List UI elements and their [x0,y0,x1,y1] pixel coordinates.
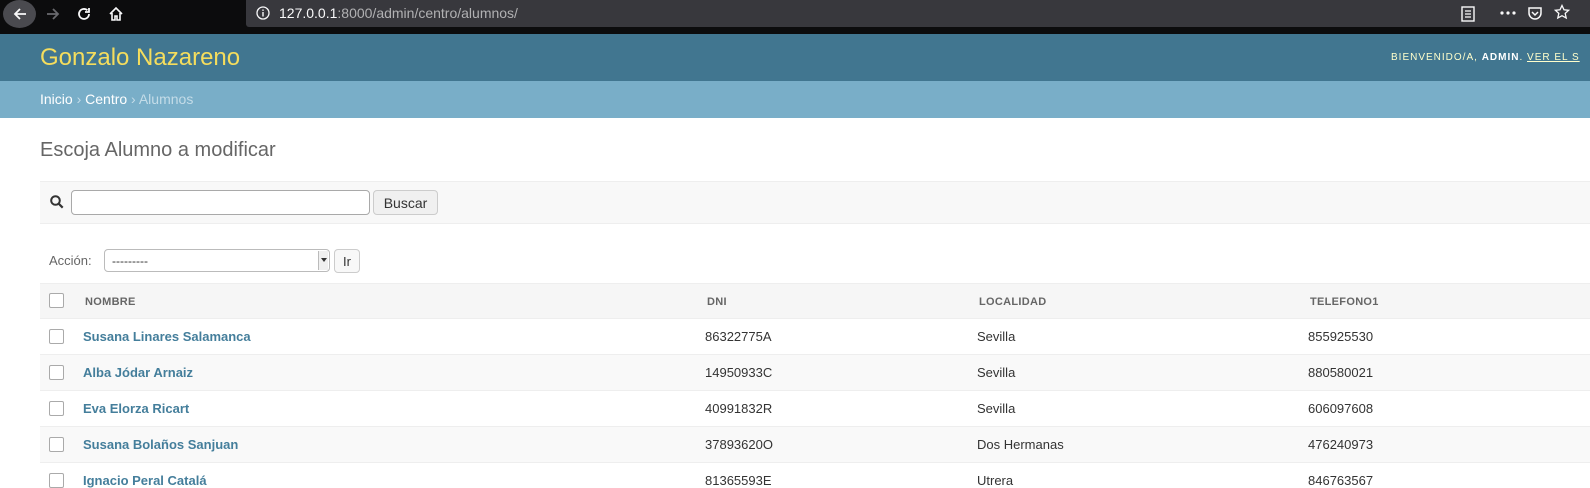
browser-toolbar: 127.0.0.1:8000/admin/centro/alumnos/ [0,0,1590,34]
table-row: Alba Jódar Arnaiz 14950933C Sevilla 8805… [40,355,1590,391]
user-tools: BIENVENIDO/A, ADMIN. VER EL S [1391,52,1580,63]
row-name-link[interactable]: Eva Elorza Ricart [83,401,189,416]
row-localidad: Utrera [977,473,1014,488]
row-name-link[interactable]: Ignacio Peral Catalá [83,473,207,488]
info-icon[interactable] [256,6,270,20]
back-button[interactable] [3,0,36,28]
column-header-nombre[interactable]: NOMBRE [85,296,136,308]
username: ADMIN [1481,52,1520,63]
forward-button[interactable] [36,0,70,28]
search-toolbar: Buscar [40,181,1590,224]
row-name-link[interactable]: Alba Jódar Arnaiz [83,365,193,380]
url-path: :8000/admin/centro/alumnos/ [337,5,518,21]
row-localidad: Sevilla [977,365,1016,380]
row-telefono: 606097608 [1308,401,1374,416]
page-title: Escoja Alumno a modificar [40,139,276,161]
row-dni: 86322775A [705,329,772,344]
row-telefono: 476240973 [1308,437,1374,452]
table-row: Susana Bolaños Sanjuan 37893620O Dos Her… [40,427,1590,463]
reader-view-icon[interactable] [1460,4,1476,24]
row-localidad: Dos Hermanas [977,437,1064,452]
breadcrumb-current: Alumnos [138,91,194,107]
row-telefono: 880580021 [1308,365,1374,380]
table-row: Ignacio Peral Catalá 81365593E Utrera 84… [40,463,1590,488]
home-icon [109,6,123,21]
row-checkbox[interactable] [49,437,64,452]
home-button[interactable] [99,0,133,28]
search-icon [50,195,64,209]
row-name-link[interactable]: Susana Linares Salamanca [83,329,251,344]
row-telefono: 846763567 [1308,473,1374,488]
admin-header: Gonzalo Nazareno BIENVENIDO/A, ADMIN. VE… [0,34,1590,81]
row-checkbox[interactable] [49,365,64,380]
action-label: Acción: [49,253,92,268]
url-text: 127.0.0.1:8000/admin/centro/alumnos/ [279,5,518,21]
column-header-dni[interactable]: DNI [707,296,727,308]
action-select-value: --------- [112,254,148,268]
column-header-localidad[interactable]: LOCALIDAD [979,296,1046,308]
url-host: 127.0.0.1 [279,5,338,21]
select-all-checkbox[interactable] [49,293,64,308]
row-dni: 40991832R [705,401,773,416]
actions-bar: Acción: --------- Ir [40,247,1590,274]
row-dni: 14950933C [705,365,773,380]
url-bar[interactable]: 127.0.0.1:8000/admin/centro/alumnos/ [246,0,1590,27]
breadcrumb-separator: › [127,91,139,107]
row-checkbox[interactable] [49,401,64,416]
column-header-telefono1[interactable]: TELEFONO1 [1310,296,1379,308]
table-row: Susana Linares Salamanca 86322775A Sevil… [40,319,1590,355]
table-row: Eva Elorza Ricart 40991832R Sevilla 6060… [40,391,1590,427]
site-name[interactable]: Gonzalo Nazareno [40,44,240,72]
breadcrumb-home[interactable]: Inicio [40,91,73,107]
search-button[interactable]: Buscar [373,190,438,215]
row-localidad: Sevilla [977,329,1016,344]
table-header-row: NOMBRE DNI LOCALIDAD TELEFONO1 [40,283,1590,319]
row-localidad: Sevilla [977,401,1016,416]
results-table: NOMBRE DNI LOCALIDAD TELEFONO1 Susana Li… [40,283,1590,488]
reload-icon [78,8,90,20]
breadcrumb-separator: › [72,91,86,107]
more-dots-icon[interactable] [1499,10,1517,16]
bookmark-star-icon[interactable] [1554,4,1570,20]
row-checkbox[interactable] [49,329,64,344]
go-button[interactable]: Ir [334,249,360,273]
breadcrumb: Inicio › Centro › Alumnos [0,81,1590,118]
arrow-right-icon [47,8,60,20]
arrow-left-icon [13,8,26,20]
row-dni: 37893620O [705,437,773,452]
row-dni: 81365593E [705,473,772,488]
separator: . [1519,52,1528,63]
breadcrumb-app[interactable]: Centro [85,91,127,107]
pocket-icon[interactable] [1527,5,1543,21]
row-telefono: 855925530 [1308,329,1374,344]
search-input[interactable] [71,190,370,215]
chevron-down-icon [318,251,328,270]
view-site-link[interactable]: VER EL S [1527,52,1580,63]
row-name-link[interactable]: Susana Bolaños Sanjuan [83,437,238,452]
reload-button[interactable] [67,0,101,28]
action-select[interactable]: --------- [104,249,330,272]
row-checkbox[interactable] [49,473,64,488]
welcome-text: BIENVENIDO/A, [1391,52,1478,63]
